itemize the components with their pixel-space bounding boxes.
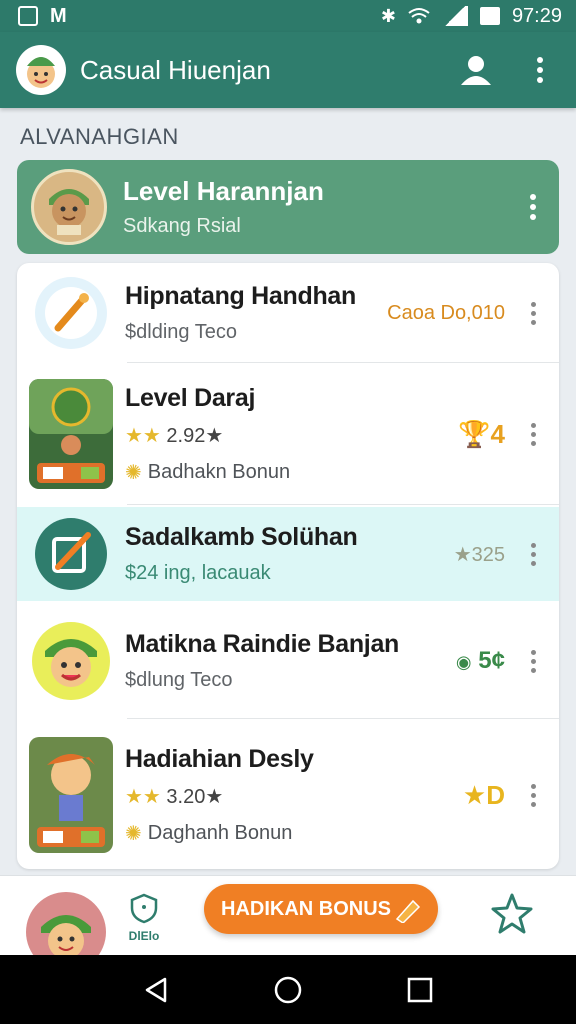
item-badge: ◉ 5¢ [455,647,505,674]
app-bar: Casual Hiuenjan [0,32,576,108]
overflow-menu-button[interactable] [520,50,560,90]
item-icon [29,271,113,355]
item-subtitle: $dlung Teco [125,669,233,691]
recents-icon[interactable] [405,975,435,1005]
item-badge: ★D [462,779,505,810]
bluetooth-icon: ✱ [380,5,396,26]
item-rating: ★★ 3.20★ [125,785,224,808]
offers-list: Hipnatang Handhan $dlding Teco Caoa Do,0… [17,263,559,869]
item-title: Hipnatang Handhan [125,282,357,310]
list-item[interactable]: Level Daraj ★★ 2.92★ ✺ Badhakn Bonun 🏆4 [17,363,559,505]
trophy-icon: 🏆 [458,418,491,449]
profile-button[interactable] [456,50,496,90]
battery-icon [479,7,500,25]
star-icon: ★ [462,779,487,810]
item-more-icon[interactable] [521,301,545,325]
app-logo[interactable] [16,45,66,95]
list-item[interactable]: Hipnatang Handhan $dlding Teco Caoa Do,0… [17,263,559,363]
gmail-icon: M [50,4,67,27]
back-icon[interactable] [141,975,171,1005]
featured-title: Level Harannjan [123,176,324,206]
item-more-icon[interactable] [521,649,545,673]
shield-icon [130,893,158,924]
item-badge: 🏆4 [458,418,505,449]
item-subtitle: $24 ing, lacauak [125,562,271,584]
achievements-button[interactable] [490,892,534,936]
section-title: ALVANAHGIAN [20,124,179,149]
wifi-icon [408,8,430,24]
featured-card[interactable]: Level Harannjan Sdkang Rsial [17,160,559,254]
list-item[interactable]: Sadalkamb Solühan $24 ing, lacauak ★325 [17,507,559,601]
item-bonus: ✺ Daghanh Bonun [125,821,293,845]
item-icon [29,379,113,489]
item-title: Hadiahian Desly [125,744,314,773]
list-item[interactable]: Matikna Raindie Banjan $dlung Teco ◉ 5¢ [17,603,559,719]
clock: 97:29 [511,4,562,27]
item-title: Sadalkamb Solühan [125,523,358,551]
bonus-icon: ✺ [125,461,142,484]
item-icon [29,619,113,703]
featured-more-icon[interactable] [521,194,545,220]
item-icon [29,512,113,596]
item-more-icon[interactable] [521,783,545,807]
item-subtitle: $dlding Teco [125,321,237,343]
item-bonus: ✺ Badhakn Bonun [125,460,291,484]
coin-icon: ◉ [455,652,472,672]
item-icon [29,737,113,853]
person-icon [461,56,491,85]
status-bar: M ✱ 97:29 [0,0,576,32]
app-title: Casual Hiuenjan [80,54,271,85]
featured-avatar [31,169,107,245]
home-icon[interactable] [273,975,303,1005]
system-navigation [0,955,576,1024]
item-title: Matikna Raindie Banjan [125,630,400,658]
item-badge: ★325 [453,543,505,566]
nav-deals-label: DlElo [128,929,160,943]
item-more-icon[interactable] [521,422,545,446]
item-rating: ★★ 2.92★ [125,424,224,447]
item-title: Level Daraj [125,383,256,412]
signal-icon [441,6,468,26]
download-icon [18,6,38,26]
pencil-icon [395,899,421,923]
bonus-button[interactable]: HADIKAN BONUS [204,884,438,934]
puzzle-star-icon [491,893,533,934]
featured-subtitle: Sdkang Rsial [123,215,241,237]
more-vert-icon [537,57,543,83]
nav-deals[interactable]: DlElo [122,892,166,943]
item-badge: Caoa Do,010 [387,301,505,324]
list-item[interactable]: Hadiahian Desly ★★ 3.20★ ✺ Daghanh Bonun… [17,721,559,869]
item-more-icon[interactable] [521,542,545,566]
bonus-icon: ✺ [125,822,142,845]
